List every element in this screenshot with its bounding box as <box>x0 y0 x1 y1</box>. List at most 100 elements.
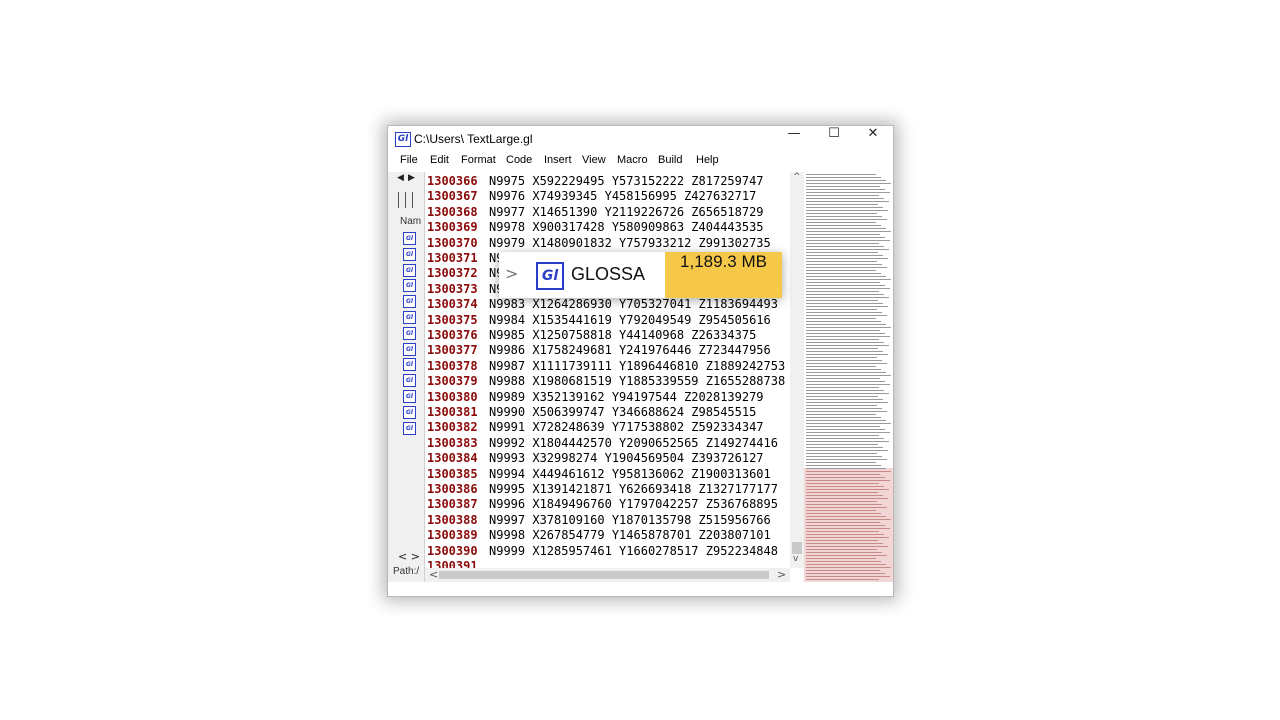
menu-macro[interactable]: Macro <box>617 154 648 166</box>
scroll-down-icon[interactable]: v <box>793 554 798 564</box>
file-item-icon[interactable]: Gl <box>403 358 416 372</box>
menu-edit[interactable]: Edit <box>430 154 449 166</box>
minimap-line <box>806 558 876 559</box>
minimap-line <box>806 288 890 289</box>
minimap-line <box>806 252 878 253</box>
line-text[interactable]: N9985 X1250758818 Y44140968 Z26334375 <box>489 328 756 343</box>
file-item-icon[interactable]: Gl <box>403 311 416 324</box>
vertical-scrollbar[interactable]: ^ v <box>790 172 804 568</box>
document-minimap[interactable] <box>804 172 893 582</box>
menu-code[interactable]: Code <box>506 154 532 166</box>
line-text[interactable]: N9979 X1480901832 Y757933212 Z991302735 <box>489 236 771 251</box>
file-item-icon[interactable]: Gl <box>403 421 416 435</box>
minimap-line <box>806 216 882 217</box>
file-item-icon[interactable]: Gl <box>403 326 416 340</box>
menu-file[interactable]: File <box>400 154 418 166</box>
line-text[interactable]: N9988 X1980681519 Y1885339559 Z165528873… <box>489 374 785 389</box>
vertical-scroll-thumb[interactable] <box>792 542 802 554</box>
line-text[interactable]: N9987 X1111739111 Y1896446810 Z188924275… <box>489 359 785 374</box>
file-item-icon[interactable]: Gl <box>403 263 416 277</box>
line-text[interactable]: N9990 X506399747 Y346688624 Z98545515 <box>489 405 756 420</box>
text-editor[interactable]: 1300366 N9975 X592229495 Y573152222 Z8172… <box>425 172 802 568</box>
minimap-line <box>806 195 879 196</box>
line-text[interactable]: N9999 X1285957461 Y1660278517 Z952234848 <box>489 544 778 559</box>
minimap-line <box>806 348 878 349</box>
minimap-line <box>806 381 885 382</box>
minimap-line <box>806 501 877 502</box>
nav-back-icon[interactable]: ◀ <box>397 173 404 183</box>
file-item-icon[interactable]: Gl <box>403 405 416 419</box>
line-text[interactable]: N9997 X378109160 Y1870135798 Z515956766 <box>489 513 771 528</box>
line-number: 1300372 <box>427 266 478 281</box>
minimap-line <box>806 453 877 454</box>
minimap-line <box>806 213 877 214</box>
line-text[interactable]: N9984 X1535441619 Y792049549 Z954505616 <box>489 313 771 328</box>
line-text[interactable]: N9978 X900317428 Y580909863 Z404443535 <box>489 220 764 235</box>
minimap-line <box>806 327 891 328</box>
line-text[interactable]: N9991 X728248639 Y717538802 Z592334347 <box>489 420 764 435</box>
file-item-icon[interactable]: Gl <box>403 232 416 245</box>
file-item-icon[interactable]: Gl <box>403 247 416 261</box>
line-text[interactable]: N9983 X1264286930 Y705327041 Z1183694493 <box>489 297 778 312</box>
line-text[interactable]: N9975 X592229495 Y573152222 Z817259747 <box>489 174 764 189</box>
menu-help[interactable]: Help <box>696 154 719 166</box>
minimap-line <box>806 561 881 562</box>
line-text[interactable]: N9992 X1804442570 Y2090652565 Z149274416 <box>489 436 778 451</box>
nav-forward-icon[interactable]: ▶ <box>408 173 415 183</box>
minimap-line <box>806 291 879 292</box>
file-item-icon[interactable]: Gl <box>403 342 416 356</box>
horizontal-scrollbar[interactable]: < > <box>425 568 790 582</box>
minimap-line <box>806 297 889 298</box>
file-item-icon[interactable]: Gl <box>403 295 416 309</box>
minimap-line <box>806 204 878 205</box>
minimap-line <box>806 330 880 331</box>
minimap-line <box>806 240 890 241</box>
menu-build[interactable]: Build <box>658 154 682 166</box>
minimap-line <box>806 177 881 178</box>
minimap-line <box>806 243 879 244</box>
line-text[interactable]: N9994 X449461612 Y958136062 Z1900313601 <box>489 467 771 482</box>
minimap-line <box>806 414 876 415</box>
minimap-line <box>806 345 889 346</box>
scroll-right-icon[interactable]: > <box>777 568 786 581</box>
line-text[interactable]: N9977 X14651390 Y2119226726 Z656518729 <box>489 205 764 220</box>
scroll-left-icon[interactable]: < <box>429 568 438 581</box>
close-button[interactable]: ✕ <box>853 126 893 152</box>
minimap-line <box>806 417 881 418</box>
minimap-line <box>806 549 877 550</box>
line-number: 1300373 <box>427 281 478 296</box>
menu-insert[interactable]: Insert <box>544 154 572 166</box>
file-item-icon[interactable]: Gl <box>403 374 416 388</box>
file-item-icon[interactable]: Gl <box>403 279 416 293</box>
line-text[interactable]: N9993 X32998274 Y1904569504 Z393726127 <box>489 451 764 466</box>
minimap-line <box>806 375 891 376</box>
line-text[interactable]: N9995 X1391421871 Y626693418 Z1327177177 <box>489 482 778 497</box>
minimap-line <box>806 273 881 274</box>
title-bar[interactable]: Gl C:\Users\ TextLarge.gl — ☐ ✕ <box>388 126 893 152</box>
minimap-line <box>806 267 887 268</box>
line-text[interactable]: N9998 X267854779 Y1465878701 Z203807101 <box>489 528 771 543</box>
line-number: 1300383 <box>427 435 478 450</box>
horizontal-scroll-thumb[interactable] <box>439 571 769 579</box>
line-text[interactable]: N9986 X1758249681 Y241976446 Z723447956 <box>489 343 771 358</box>
minimap-line <box>806 363 887 364</box>
chevron-right-icon[interactable]: > <box>505 264 518 283</box>
maximize-button[interactable]: ☐ <box>814 126 854 152</box>
line-text[interactable]: N9989 X352139162 Y94197544 Z2028139279 <box>489 390 764 405</box>
minimap-line <box>806 408 882 409</box>
line-text[interactable]: N9976 X74939345 Y458156995 Z427632717 <box>489 189 756 204</box>
menu-view[interactable]: View <box>582 154 606 166</box>
menu-format[interactable]: Format <box>461 154 496 166</box>
minimap-line <box>806 402 888 403</box>
pane-scroll-arrows[interactable]: < > <box>398 550 420 563</box>
minimap-line <box>806 225 881 226</box>
line-number: 1300390 <box>427 543 478 558</box>
file-item-icon[interactable]: Gl <box>403 390 416 403</box>
minimap-line <box>806 573 885 574</box>
line-number: 1300376 <box>427 328 478 342</box>
scroll-up-icon[interactable]: ^ <box>793 172 801 182</box>
minimap-line <box>806 477 885 478</box>
minimap-line <box>806 492 878 493</box>
line-text[interactable]: N9996 X1849496760 Y1797042257 Z536768895 <box>489 497 778 512</box>
minimize-button[interactable]: — <box>774 126 814 152</box>
